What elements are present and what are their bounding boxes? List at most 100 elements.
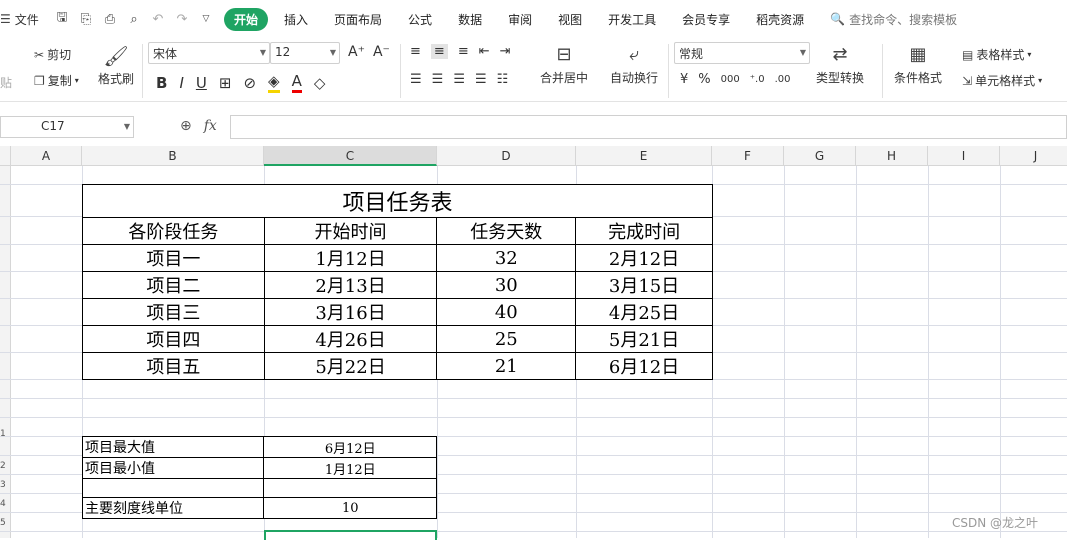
select-all-corner[interactable] <box>0 146 11 166</box>
tab-docer[interactable]: 稻壳资源 <box>756 8 804 31</box>
underline-icon[interactable]: U <box>196 74 207 92</box>
border-icon[interactable]: ⊞ <box>219 74 232 92</box>
tab-home[interactable]: 开始 <box>224 7 269 31</box>
task-cell[interactable]: 项目一 <box>82 244 265 272</box>
tab-review[interactable]: 审阅 <box>508 8 532 31</box>
label-cell[interactable]: 项目最大值 <box>81 436 265 458</box>
col-header-a[interactable]: A <box>11 146 82 166</box>
distributed-icon[interactable]: ☷ <box>497 72 509 87</box>
col-header-i[interactable]: I <box>928 146 1000 166</box>
decrease-decimal-icon[interactable]: .00 <box>775 74 791 85</box>
days-cell[interactable]: 25 <box>436 325 577 353</box>
end-cell[interactable]: 4月25日 <box>575 298 713 326</box>
tab-view[interactable]: 视图 <box>558 8 582 31</box>
align-center-icon[interactable]: ☰ <box>432 72 444 87</box>
header-cell[interactable]: 各阶段任务 <box>82 217 265 245</box>
undo-icon[interactable]: ↶ <box>150 11 166 27</box>
align-top-icon[interactable]: ≡ <box>410 44 421 59</box>
fill-color-icon[interactable]: ◈ <box>268 72 280 93</box>
task-cell[interactable]: 项目五 <box>82 352 265 380</box>
wrap-text-button[interactable]: ⤶ 自动换行 <box>610 44 658 86</box>
print-preview-icon[interactable]: ⌕ <box>126 11 142 27</box>
task-cell[interactable]: 项目三 <box>82 298 265 326</box>
indent-decrease-icon[interactable]: ⇤ <box>479 44 490 59</box>
col-header-h[interactable]: H <box>856 146 928 166</box>
start-cell[interactable]: 5月22日 <box>263 352 438 380</box>
cut-button[interactable]: ✂ 剪切 <box>34 46 71 63</box>
table-style-button[interactable]: ▤ 表格样式 ▾ <box>962 46 1031 63</box>
tab-member[interactable]: 会员专享 <box>682 8 730 31</box>
value-cell[interactable] <box>263 478 437 498</box>
active-cell-highlight[interactable] <box>264 530 437 540</box>
col-header-d[interactable]: D <box>437 146 576 166</box>
col-header-b[interactable]: B <box>82 146 264 166</box>
increase-font-icon[interactable]: A⁺ <box>348 44 365 60</box>
conditional-format-button[interactable]: ▦ 条件格式 <box>894 44 942 86</box>
col-header-j[interactable]: J <box>1000 146 1067 166</box>
tab-formulas[interactable]: 公式 <box>408 8 432 31</box>
tab-page-layout[interactable]: 页面布局 <box>334 8 382 31</box>
type-convert-button[interactable]: ⇄ 类型转换 <box>816 44 864 86</box>
cell-style-button[interactable]: ⇲ 单元格样式 ▾ <box>962 72 1042 89</box>
increase-decimal-icon[interactable]: ⁺.0 <box>750 74 765 85</box>
tab-insert[interactable]: 插入 <box>284 8 308 31</box>
align-right-icon[interactable]: ☰ <box>453 72 465 87</box>
days-cell[interactable]: 30 <box>436 271 577 299</box>
tab-developer[interactable]: 开发工具 <box>608 8 656 31</box>
value-cell[interactable]: 6月12日 <box>263 436 437 458</box>
currency-icon[interactable]: ¥ <box>680 72 688 87</box>
task-cell[interactable]: 项目四 <box>82 325 265 353</box>
save-icon[interactable]: 🖫 <box>54 10 70 27</box>
label-cell[interactable]: 主要刻度线单位 <box>81 497 265 519</box>
end-cell[interactable]: 3月15日 <box>575 271 713 299</box>
format-painter-button[interactable]: 🖌 格式刷 <box>98 44 134 87</box>
name-box[interactable]: C17 ▼ <box>0 116 134 138</box>
label-cell[interactable]: 项目最小值 <box>81 457 265 479</box>
merge-center-button[interactable]: ⊟ 合并居中 <box>540 44 588 86</box>
font-size-select[interactable]: 12 ▼ <box>270 42 340 64</box>
days-cell[interactable]: 32 <box>436 244 577 272</box>
start-cell[interactable]: 4月26日 <box>263 325 438 353</box>
formula-input[interactable] <box>230 115 1067 139</box>
justify-icon[interactable]: ☰ <box>475 72 487 87</box>
header-cell[interactable]: 任务天数 <box>436 217 577 245</box>
header-cell[interactable]: 完成时间 <box>575 217 713 245</box>
start-cell[interactable]: 3月16日 <box>263 298 438 326</box>
align-middle-icon[interactable]: ≡ <box>430 44 448 59</box>
col-header-f[interactable]: F <box>712 146 784 166</box>
value-cell[interactable]: 10 <box>263 497 437 519</box>
number-format-select[interactable]: 常规 ▼ <box>674 42 810 64</box>
font-color-icon[interactable]: A <box>291 72 302 93</box>
col-header-g[interactable]: G <box>784 146 856 166</box>
value-cell[interactable]: 1月12日 <box>263 457 437 479</box>
paste-button[interactable]: 贴 <box>0 74 12 91</box>
align-bottom-icon[interactable]: ≡ <box>458 44 469 59</box>
indent-increase-icon[interactable]: ⇥ <box>500 44 511 59</box>
dropdown-icon[interactable]: ▽ <box>198 11 214 27</box>
bold-icon[interactable]: B <box>156 74 167 92</box>
file-menu[interactable]: ☰ 文件 <box>0 11 44 28</box>
label-cell[interactable] <box>81 478 265 498</box>
clear-icon[interactable]: ◇ <box>314 74 326 92</box>
zoom-icon[interactable]: ⊕ <box>180 118 192 134</box>
start-cell[interactable]: 1月12日 <box>263 244 438 272</box>
col-header-c[interactable]: C <box>264 146 437 166</box>
start-cell[interactable]: 2月13日 <box>263 271 438 299</box>
table-title[interactable]: 项目任务表 <box>82 184 713 218</box>
header-cell[interactable]: 开始时间 <box>263 217 438 245</box>
erase-format-icon[interactable]: ⊘ <box>243 74 256 92</box>
thousands-icon[interactable]: 000 <box>721 74 740 85</box>
redo-icon[interactable]: ↷ <box>174 11 190 27</box>
print-icon[interactable]: ⎙ <box>102 11 118 27</box>
command-search[interactable]: 🔍 查找命令、搜索模板 <box>830 11 957 28</box>
task-cell[interactable]: 项目二 <box>82 271 265 299</box>
italic-icon[interactable]: I <box>179 74 183 92</box>
export-icon[interactable]: ⎘ <box>78 11 94 27</box>
percent-icon[interactable]: % <box>698 72 710 87</box>
days-cell[interactable]: 21 <box>436 352 577 380</box>
copy-button[interactable]: ❐ 复制 ▾ <box>34 72 79 89</box>
fx-icon[interactable]: fx <box>204 118 217 134</box>
end-cell[interactable]: 5月21日 <box>575 325 713 353</box>
tab-data[interactable]: 数据 <box>458 8 482 31</box>
days-cell[interactable]: 40 <box>436 298 577 326</box>
